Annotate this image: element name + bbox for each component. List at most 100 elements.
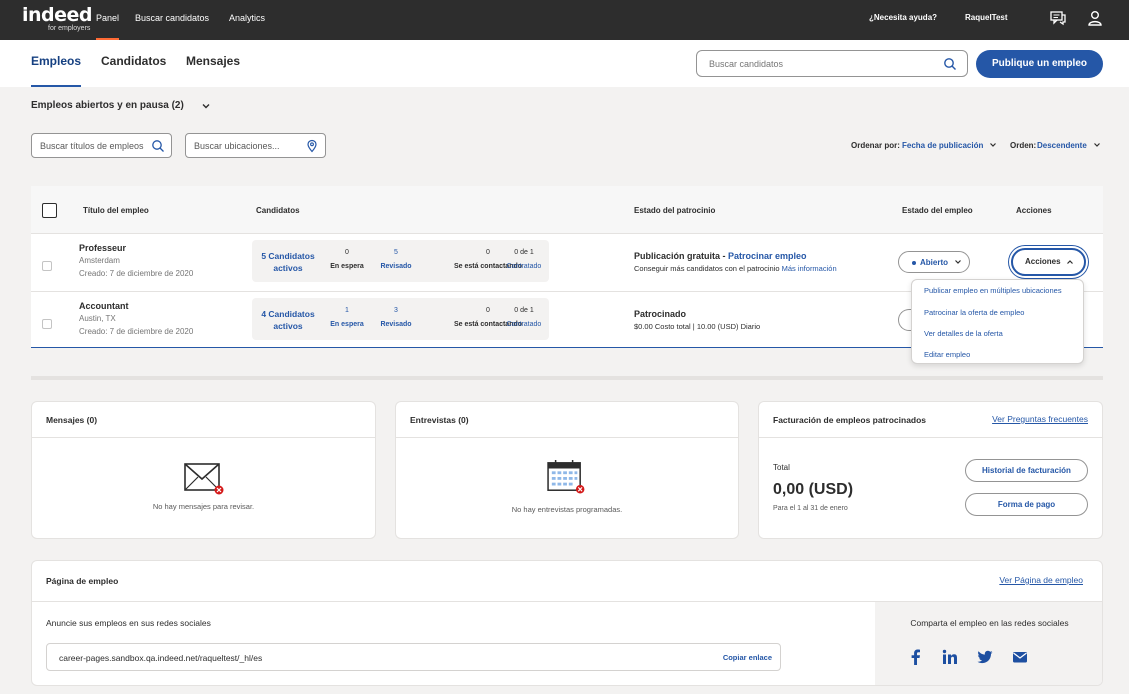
billing-card: Facturación de empleos patrocinados Ver … [758, 401, 1103, 539]
job-location: Austin, TX [79, 314, 116, 323]
stat-waiting-count: 0 [345, 249, 349, 256]
envelope-icon [184, 463, 224, 495]
row-checkbox[interactable] [42, 319, 52, 329]
sponsorship-free-label: Publicación gratuita - [634, 251, 729, 261]
job-title-search-input[interactable]: Buscar títulos de empleos [31, 133, 172, 158]
publish-job-button[interactable]: Publique un empleo [976, 50, 1103, 78]
career-page-url: career-pages.sandbox.qa.indeed.net/raque… [59, 653, 263, 663]
menu-item-view-details[interactable]: Ver detalles de la oferta [924, 329, 1003, 338]
sponsorship-hint: Conseguir más candidatos con el patrocin… [634, 264, 837, 273]
nav-panel[interactable]: Panel [96, 0, 120, 40]
job-title-search-placeholder: Buscar títulos de empleos [40, 141, 144, 151]
share-panel: Comparta el empleo en las redes sociales [875, 602, 1102, 685]
nav-buscar-candidatos[interactable]: Buscar candidatos [135, 0, 209, 36]
nav-analytics[interactable]: Analytics [229, 0, 265, 36]
chevron-down-icon[interactable] [1093, 141, 1101, 149]
job-status-dropdown[interactable]: Abierto [898, 251, 970, 273]
job-created-date: Creado: 7 de diciembre de 2020 [79, 269, 194, 278]
stat-hired-count: 0 de 1 [514, 307, 534, 314]
header-sponsorship: Estado del patrocinio [634, 206, 716, 215]
search-icon[interactable] [151, 139, 165, 153]
job-status-label: Abierto [920, 258, 948, 267]
header-job-status: Estado del empleo [902, 206, 973, 215]
order-dropdown[interactable]: Descendente [1037, 141, 1087, 150]
actions-label: Acciones [1025, 257, 1061, 266]
share-text: Comparta el empleo en las redes sociales [910, 618, 1069, 628]
candidate-search-input[interactable]: Buscar candidatos [696, 50, 968, 77]
stat-waiting[interactable]: 1 En espera [327, 304, 367, 332]
chevron-down-icon[interactable] [201, 101, 211, 111]
logo-sub: for employers [48, 25, 91, 32]
billing-total-label: Total [773, 463, 790, 472]
table-header: Título del empleo Candidatos Estado del … [31, 186, 1103, 234]
billing-card-header: Facturación de empleos patrocinados Ver … [759, 402, 1102, 438]
interviews-empty-text: No hay entrevistas programadas. [511, 505, 623, 514]
twitter-icon[interactable] [977, 649, 993, 665]
career-page-url-field[interactable]: career-pages.sandbox.qa.indeed.net/raque… [46, 643, 781, 671]
chevron-up-icon [1067, 260, 1073, 264]
job-title-link[interactable]: Accountant [79, 301, 129, 311]
tab-mensajes[interactable]: Mensajes [186, 54, 240, 68]
stat-waiting-label: En espera [330, 321, 364, 328]
faq-link[interactable]: Ver Preguntas frecuentes [992, 414, 1088, 424]
interviews-card: Entrevistas (0) No hay entrevistas progr… [395, 401, 739, 539]
sort-by-label: Ordenar por: [851, 141, 900, 150]
section-divider [31, 376, 1103, 380]
row-checkbox[interactable] [42, 261, 52, 271]
job-page-header: Página de empleo Ver Página de empleo [32, 561, 1102, 602]
help-link[interactable]: ¿Necesita ayuda? [869, 0, 937, 36]
messages-empty-text: No hay mensajes para revisar. [152, 502, 255, 511]
facebook-icon[interactable] [908, 649, 924, 665]
view-job-page-link[interactable]: Ver Página de empleo [999, 575, 1083, 585]
copy-link-button[interactable]: Copiar enlace [723, 653, 772, 662]
status-dot [912, 261, 916, 265]
jobs-filter-title[interactable]: Empleos abiertos y en pausa (2) [31, 100, 184, 111]
billing-history-button[interactable]: Historial de facturación [965, 459, 1088, 482]
logo-text: indeed [22, 4, 93, 26]
more-info-link[interactable]: Más información [782, 264, 837, 273]
messages-icon[interactable] [1049, 9, 1067, 27]
active-candidates-count: 5 Candidatos [261, 251, 315, 261]
stat-reviewed[interactable]: 3 Revisado [376, 304, 416, 332]
messages-card-header: Mensajes (0) [32, 402, 375, 438]
interviews-card-title: Entrevistas (0) [410, 415, 469, 425]
tab-candidatos[interactable]: Candidatos [101, 54, 166, 68]
tab-empleos[interactable]: Empleos [31, 54, 81, 68]
indeed-logo[interactable]: indeed for employers [22, 4, 93, 33]
active-candidates-link[interactable]: 5 Candidatos activos [258, 250, 318, 274]
sponsor-job-link[interactable]: Patrocinar empleo [728, 251, 807, 261]
stat-reviewed-count: 5 [394, 249, 398, 256]
header-actions: Acciones [1016, 206, 1052, 215]
sort-by-dropdown[interactable]: Fecha de publicación [902, 141, 983, 150]
location-search-input[interactable]: Buscar ubicaciones... [185, 133, 326, 158]
messages-card: Mensajes (0) No hay mensajes para revisa… [31, 401, 376, 539]
user-icon[interactable] [1086, 9, 1104, 27]
location-pin-icon[interactable] [305, 139, 319, 153]
interviews-card-header: Entrevistas (0) [396, 402, 738, 438]
active-candidates-link[interactable]: 4 Candidatos activos [258, 308, 318, 332]
chevron-down-icon[interactable] [989, 141, 997, 149]
stat-waiting[interactable]: 0 En espera [327, 246, 367, 274]
stat-reviewed[interactable]: 5 Revisado [376, 246, 416, 274]
search-icon[interactable] [943, 57, 957, 71]
menu-item-sponsor-job[interactable]: Patrocinar la oferta de empleo [924, 308, 1024, 317]
select-all-checkbox[interactable] [42, 203, 57, 218]
email-icon[interactable] [1012, 649, 1028, 665]
user-name[interactable]: RaquelTest [965, 0, 1008, 36]
stat-hired[interactable]: 0 de 1 Contratado [502, 304, 546, 332]
menu-item-publish-multiple[interactable]: Publicar empleo en múltiples ubicaciones [924, 286, 1062, 295]
sub-navigation: Empleos Candidatos Mensajes Buscar candi… [0, 40, 1129, 87]
linkedin-icon[interactable] [942, 649, 958, 665]
job-title-link[interactable]: Professeur [79, 243, 126, 253]
sponsorship-status: Publicación gratuita - Patrocinar empleo [634, 251, 807, 261]
payment-method-button[interactable]: Forma de pago [965, 493, 1088, 516]
active-tab-indicator [31, 85, 81, 87]
messages-card-title: Mensajes (0) [46, 415, 98, 425]
actions-dropdown-button[interactable]: Acciones [1011, 248, 1086, 276]
active-candidates-count: 4 Candidatos [261, 309, 315, 319]
stat-hired[interactable]: 0 de 1 Contratado [502, 246, 546, 274]
billing-total-value: 0,00 (USD) [773, 481, 854, 498]
candidates-summary: 5 Candidatos activos 0 En espera 5 Revis… [252, 240, 549, 282]
stat-reviewed-count: 3 [394, 307, 398, 314]
menu-item-edit-job[interactable]: Editar empleo [924, 350, 970, 359]
